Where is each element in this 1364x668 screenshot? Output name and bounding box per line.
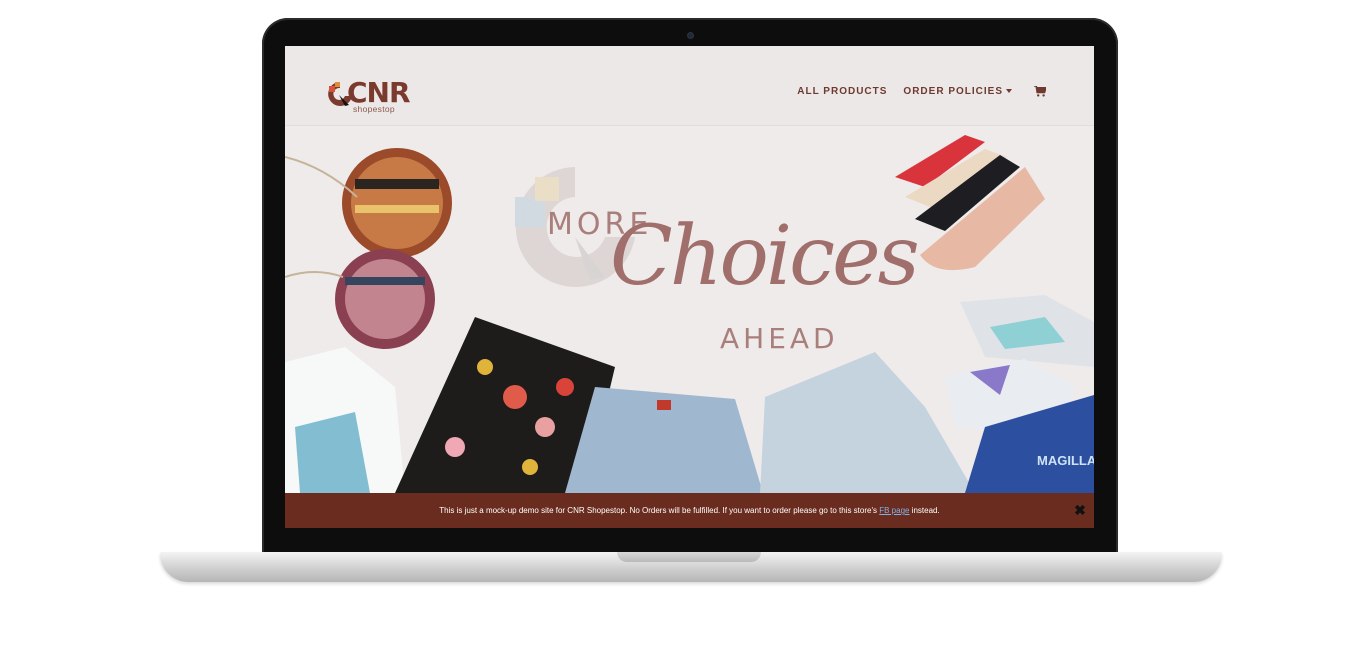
tshirt-print-text: MAGILLA <box>1037 453 1094 468</box>
close-icon[interactable]: ✖ <box>1073 493 1087 528</box>
fb-page-link[interactable]: FB page <box>879 506 909 515</box>
webcam <box>688 33 693 38</box>
nav-all-products[interactable]: ALL PRODUCTS <box>797 86 887 97</box>
nav-order-policies-label: ORDER POLICIES <box>903 86 1003 97</box>
hero-headline-ahead: AHEAD <box>720 322 839 355</box>
browser-viewport: CNR shopestop ALL PRODUCTS ORDER POLICIE… <box>285 46 1094 528</box>
hero-headline-choices: Choices <box>610 209 920 304</box>
site-logo[interactable]: CNR shopestop <box>325 76 411 116</box>
heels-image <box>895 135 1045 271</box>
tshirt-image <box>285 347 405 493</box>
chevron-down-icon <box>1006 89 1012 94</box>
notice-text-after: instead. <box>909 506 940 515</box>
site-header: CNR shopestop ALL PRODUCTS ORDER POLICIE… <box>285 46 1094 126</box>
handbag-image <box>285 148 452 349</box>
hero-product-collage: MAGILLA <box>285 135 1094 493</box>
demo-notice-bar: This is just a mock-up demo site for CNR… <box>285 493 1094 528</box>
nav-order-policies[interactable]: ORDER POLICIES <box>903 86 1012 97</box>
laptop-mockup: CNR shopestop ALL PRODUCTS ORDER POLICIE… <box>0 0 1364 668</box>
laptop-base-notch <box>617 552 761 562</box>
logo-subtitle: shopestop <box>353 104 395 114</box>
denim-shorts-image <box>565 352 975 493</box>
notice-text-before: This is just a mock-up demo site for CNR… <box>439 506 880 515</box>
hero-banner: MAGILLA MORE Choices AHEAD <box>285 127 1094 493</box>
shopping-cart-icon[interactable] <box>1034 86 1046 97</box>
main-nav: ALL PRODUCTS ORDER POLICIES <box>781 86 1046 97</box>
